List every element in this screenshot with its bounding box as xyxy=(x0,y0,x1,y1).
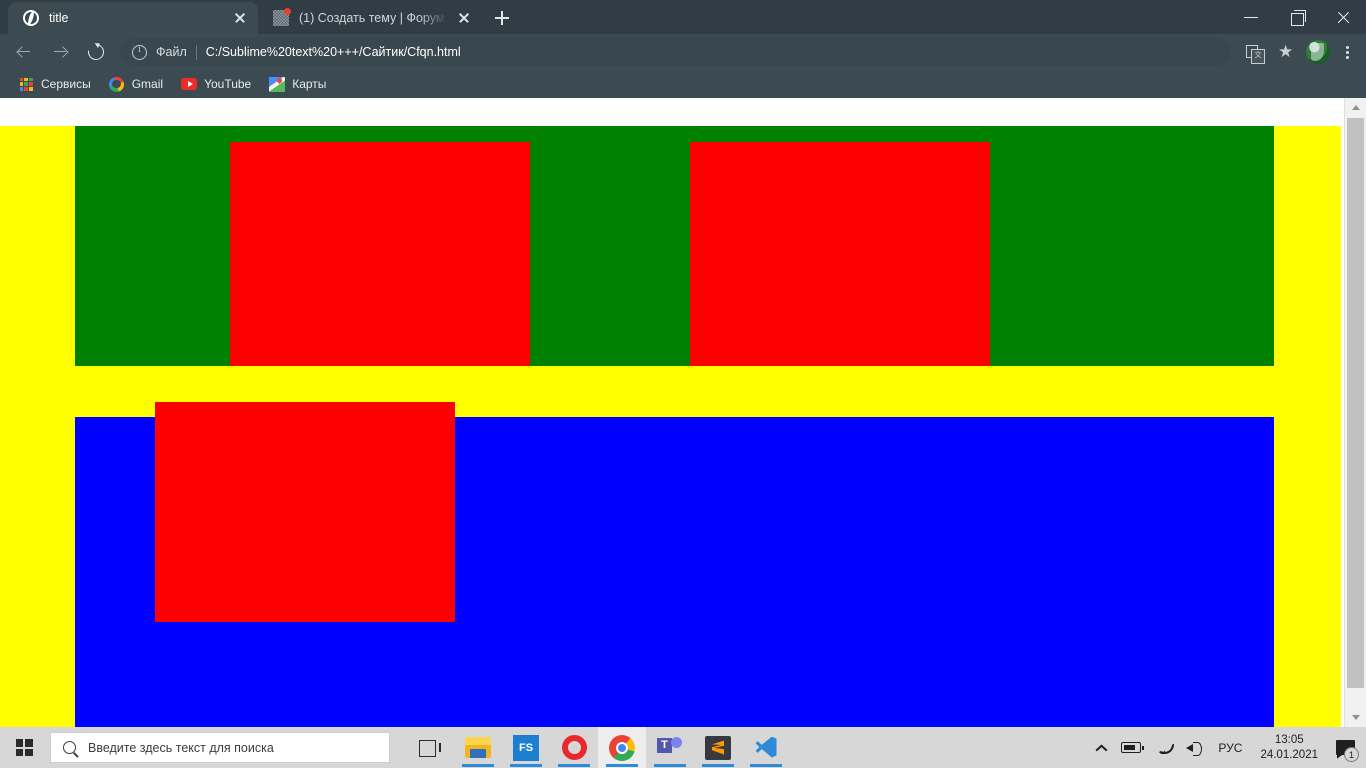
page-background xyxy=(0,126,1341,727)
battery-button[interactable] xyxy=(1114,727,1148,768)
bookmark-label: YouTube xyxy=(204,77,252,91)
bookmark-label: Карты xyxy=(292,77,327,91)
task-view-icon xyxy=(419,739,441,757)
info-icon[interactable] xyxy=(132,44,147,60)
volume-button[interactable] xyxy=(1179,727,1210,768)
bookmark-gmail[interactable]: Gmail xyxy=(101,73,171,95)
taskbar-apps: FS xyxy=(406,727,790,768)
translate-icon[interactable] xyxy=(1239,37,1269,67)
taskbar-item-file-explorer[interactable] xyxy=(454,727,502,768)
volume-icon xyxy=(1186,741,1203,756)
globe-icon xyxy=(22,10,39,27)
battery-icon xyxy=(1121,742,1145,753)
scrollbar-thumb[interactable] xyxy=(1347,118,1364,688)
network-button[interactable] xyxy=(1148,727,1179,768)
address-bar[interactable]: Файл C:/Sublime%20text%20+++/Сайтик/Cfqn… xyxy=(120,38,1230,66)
show-hidden-icons-button[interactable] xyxy=(1089,727,1114,768)
toolbar-right: ★ xyxy=(1238,37,1360,67)
avatar[interactable] xyxy=(1306,40,1330,64)
tab-title[interactable]: title xyxy=(8,2,258,34)
opera-icon xyxy=(561,735,587,760)
bookmark-youtube[interactable]: YouTube xyxy=(173,73,259,95)
vs-code-icon xyxy=(754,736,779,760)
notifications-button[interactable]: 1 xyxy=(1328,727,1362,768)
bookmark-label: Сервисы xyxy=(41,77,91,91)
taskbar-item-sublime-text[interactable] xyxy=(694,727,742,768)
back-button[interactable] xyxy=(9,37,39,67)
windows-taskbar: Введите здесь текст для поиска FS T РУС … xyxy=(0,727,1366,768)
task-view-button[interactable] xyxy=(406,727,454,768)
teams-icon xyxy=(657,736,683,760)
bookmark-star-icon[interactable]: ★ xyxy=(1271,37,1301,67)
language-indicator[interactable]: РУС xyxy=(1210,741,1250,755)
bookmark-services[interactable]: Сервисы xyxy=(10,73,99,95)
scroll-up-icon[interactable] xyxy=(1345,98,1366,117)
red-box-1 xyxy=(230,142,530,366)
window-close-icon[interactable] xyxy=(1320,0,1366,34)
bookmarks-bar: Сервисы Gmail YouTube Карты xyxy=(0,70,1366,98)
star-glyph: ★ xyxy=(1278,42,1294,61)
tab-label: title xyxy=(49,11,69,25)
fs-icon: FS xyxy=(513,734,539,761)
chrome-icon xyxy=(609,734,635,761)
tab-forum[interactable]: (1) Создать тему | Форум инфор xyxy=(258,2,482,34)
url-text: C:/Sublime%20text%20+++/Сайтик/Cfqn.html xyxy=(205,45,461,59)
bookmark-maps[interactable]: Карты xyxy=(261,73,334,95)
green-block xyxy=(75,126,1274,366)
vertical-scrollbar[interactable] xyxy=(1344,98,1366,727)
close-icon[interactable] xyxy=(230,8,250,28)
divider xyxy=(195,44,197,60)
youtube-icon xyxy=(181,76,198,92)
scheme-label: Файл xyxy=(156,45,187,59)
maps-icon xyxy=(269,76,286,92)
chevron-up-icon xyxy=(1096,744,1107,751)
system-tray: РУС 13:05 24.01.2021 1 xyxy=(1089,727,1366,768)
clock[interactable]: 13:05 24.01.2021 xyxy=(1250,727,1328,768)
start-button[interactable] xyxy=(0,727,48,768)
browser-window: title (1) Создать тему | Форум инфор Фай… xyxy=(0,0,1366,727)
forward-button[interactable] xyxy=(45,37,75,67)
close-icon[interactable] xyxy=(454,8,474,28)
notification-count-badge: 1 xyxy=(1344,747,1359,762)
taskbar-item-chrome[interactable] xyxy=(598,727,646,768)
scroll-down-icon[interactable] xyxy=(1345,708,1366,727)
minimize-icon[interactable] xyxy=(1228,0,1274,34)
browser-toolbar: Файл C:/Sublime%20text%20+++/Сайтик/Cfqn… xyxy=(0,34,1366,70)
red-box-3 xyxy=(155,402,455,622)
clock-date: 24.01.2021 xyxy=(1260,748,1318,761)
apps-grid-icon xyxy=(18,76,34,92)
red-box-2 xyxy=(690,142,990,366)
wifi-icon xyxy=(1155,741,1172,754)
window-controls xyxy=(1228,0,1366,34)
taskbar-item-fs-app[interactable]: FS xyxy=(502,727,550,768)
forum-icon xyxy=(272,8,291,27)
windows-logo-icon xyxy=(15,739,33,756)
gmail-icon xyxy=(109,76,125,92)
tab-strip: title (1) Создать тему | Форум инфор xyxy=(0,0,1366,34)
taskbar-item-teams[interactable] xyxy=(646,727,694,768)
sublime-text-icon xyxy=(705,735,731,760)
file-explorer-icon xyxy=(465,737,491,758)
taskbar-item-vs-code[interactable] xyxy=(742,727,790,768)
tab-label: (1) Создать тему | Форум инфор xyxy=(299,11,448,25)
new-tab-button[interactable] xyxy=(488,4,516,32)
clock-time: 13:05 xyxy=(1274,733,1304,746)
taskbar-item-opera[interactable] xyxy=(550,727,598,768)
page-viewport xyxy=(0,98,1366,727)
search-input[interactable]: Введите здесь текст для поиска xyxy=(50,732,390,763)
restore-icon[interactable] xyxy=(1274,0,1320,34)
bookmark-label: Gmail xyxy=(131,77,164,91)
reload-button[interactable] xyxy=(81,37,111,67)
search-placeholder: Введите здесь текст для поиска xyxy=(88,740,274,755)
kebab-menu-icon[interactable] xyxy=(1334,37,1360,67)
search-icon xyxy=(63,741,76,754)
